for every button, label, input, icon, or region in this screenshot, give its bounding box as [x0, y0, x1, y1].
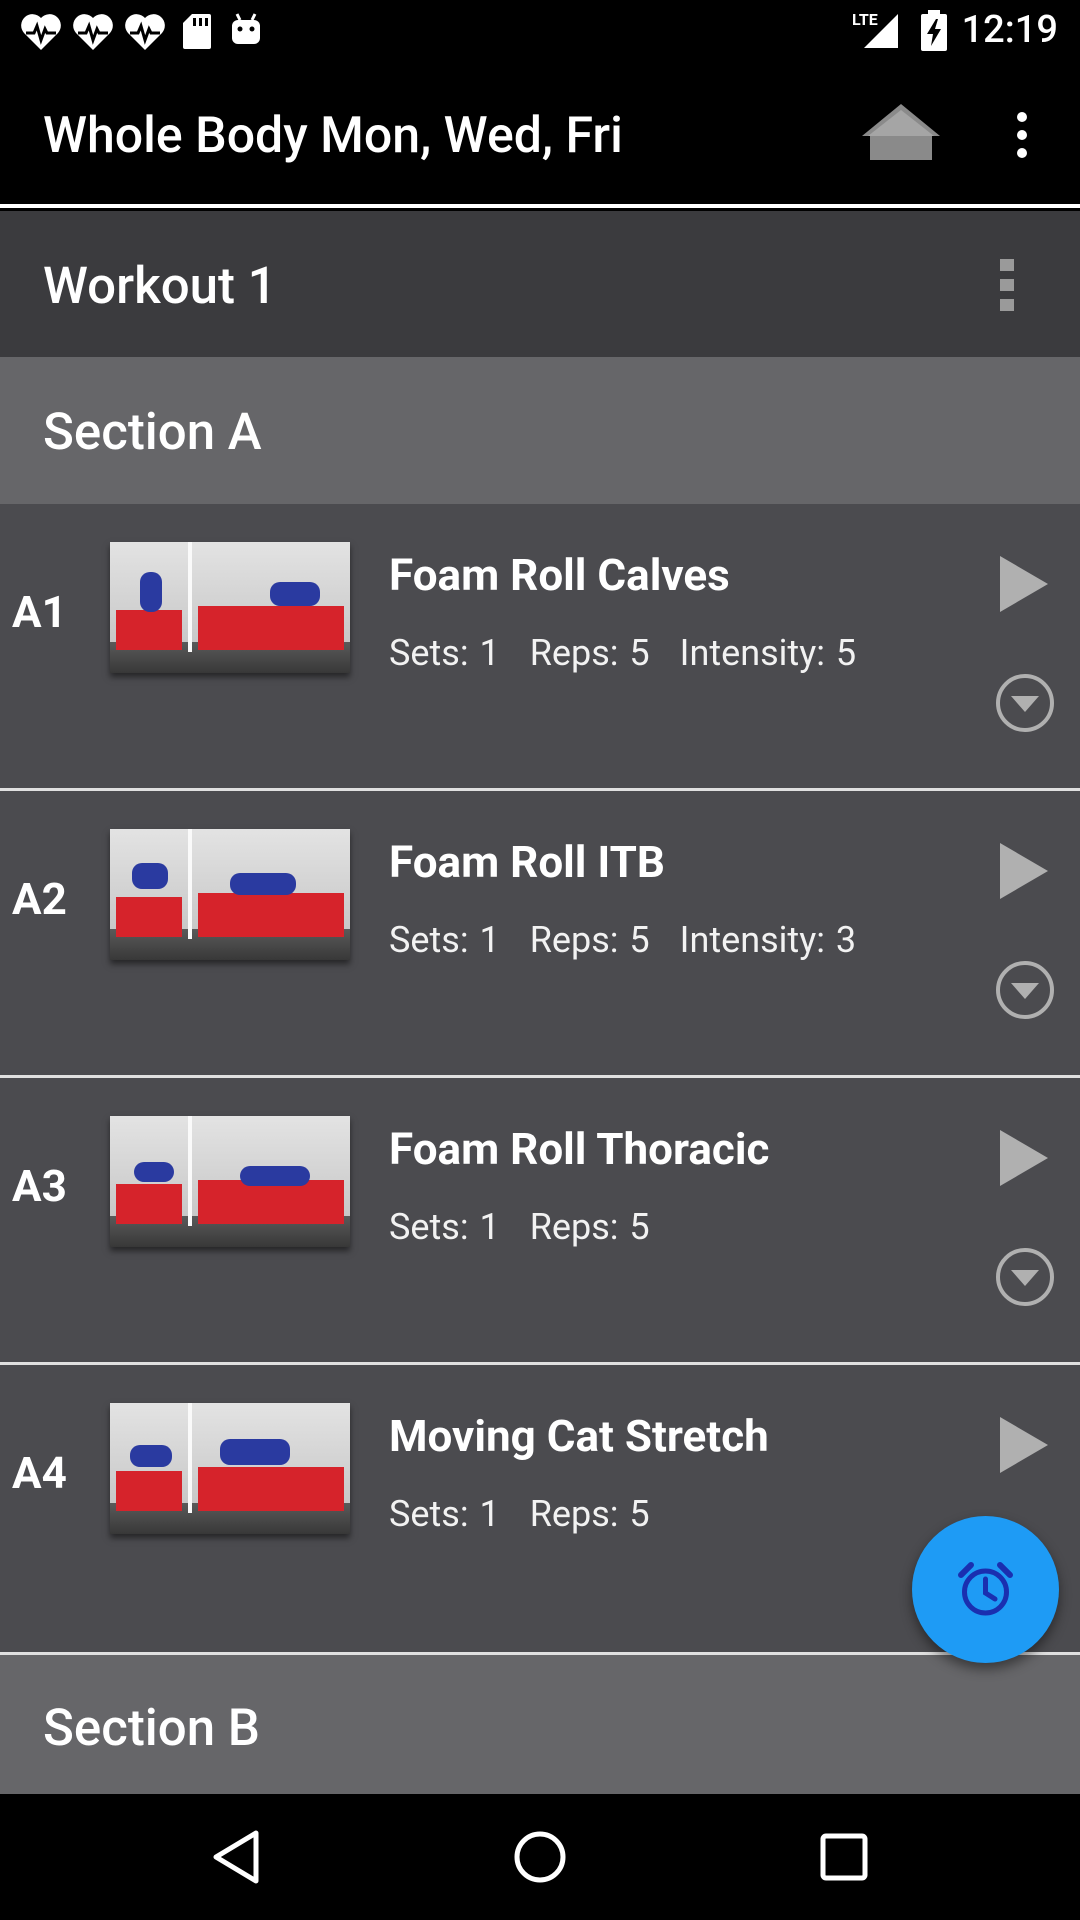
- exercise-name: Foam Roll Thoracic: [389, 1123, 770, 1175]
- exercise-name: Foam Roll Calves: [389, 549, 730, 601]
- exercise-stats: Sets: 1 Reps: 5: [389, 1206, 680, 1248]
- exercise-reps: Reps: 5: [529, 632, 650, 674]
- home-icon[interactable]: [858, 100, 944, 164]
- recents-icon[interactable]: [814, 1827, 874, 1887]
- timer-fab[interactable]: [912, 1516, 1059, 1663]
- play-icon[interactable]: [996, 1413, 1052, 1477]
- app-bar-title: Whole Body Mon, Wed, Fri: [43, 107, 623, 165]
- expand-circle-icon[interactable]: [994, 959, 1056, 1021]
- battery-charging-icon: [921, 10, 947, 51]
- heart-pulse-icon: [125, 14, 165, 51]
- sd-card-icon: [183, 14, 211, 49]
- android-icon: [232, 13, 260, 44]
- section-title: Section B: [43, 1699, 260, 1758]
- exercise-intensity: Intensity: 3: [679, 919, 857, 961]
- section-header-a[interactable]: Section A: [0, 357, 1080, 504]
- exercise-reps: Reps: 5: [529, 1206, 650, 1248]
- exercise-row-a1[interactable]: A1 Foam Roll Calves Sets: 1 Reps: 5 Intens…: [0, 504, 1080, 788]
- play-icon[interactable]: [996, 839, 1052, 903]
- exercise-code: A4: [12, 1447, 67, 1499]
- exercise-reps: Reps: 5: [529, 1493, 650, 1535]
- exercise-thumbnail[interactable]: [110, 542, 350, 673]
- play-icon[interactable]: [996, 552, 1052, 616]
- exercise-code: A2: [12, 873, 67, 925]
- exercise-reps: Reps: 5: [529, 919, 650, 961]
- play-icon[interactable]: [996, 1126, 1052, 1190]
- expand-circle-icon[interactable]: [994, 672, 1056, 734]
- home-circle-icon[interactable]: [510, 1827, 570, 1887]
- exercise-row-a3[interactable]: A3 Foam Roll Thoracic Sets: 1 Reps: 5: [0, 1078, 1080, 1362]
- exercise-thumbnail[interactable]: [110, 829, 350, 960]
- exercise-sets: Sets: 1: [389, 919, 500, 961]
- exercise-stats: Sets: 1 Reps: 5 Intensity: 5: [389, 632, 886, 674]
- navigation-bar: [0, 1794, 1080, 1920]
- exercise-code: A3: [12, 1160, 67, 1212]
- exercise-code: A1: [12, 586, 67, 638]
- workout-header[interactable]: Workout 1: [0, 211, 1080, 357]
- clock: 12:19: [961, 8, 1058, 52]
- heart-pulse-icon: [73, 14, 113, 51]
- expand-circle-icon[interactable]: [994, 1246, 1056, 1308]
- exercise-name: Foam Roll ITB: [389, 836, 665, 888]
- exercise-sets: Sets: 1: [389, 632, 500, 674]
- exercise-row-a2[interactable]: A2 Foam Roll ITB Sets: 1 Reps: 5 Intensity…: [0, 791, 1080, 1075]
- exercise-sets: Sets: 1: [389, 1493, 500, 1535]
- workout-title: Workout 1: [43, 257, 277, 316]
- exercise-thumbnail[interactable]: [110, 1116, 350, 1247]
- status-bar: LTE 12:19: [0, 0, 1080, 63]
- exercise-sets: Sets: 1: [389, 1206, 500, 1248]
- exercise-stats: Sets: 1 Reps: 5: [389, 1493, 680, 1535]
- workout-menu-icon[interactable]: [996, 257, 1018, 313]
- heart-pulse-icon: [21, 14, 61, 51]
- exercise-name: Moving Cat Stretch: [389, 1410, 769, 1462]
- exercise-thumbnail[interactable]: [110, 1403, 350, 1534]
- section-header-b[interactable]: Section B: [0, 1655, 1080, 1794]
- exercise-intensity: Intensity: 5: [679, 632, 857, 674]
- signal-icon: [864, 14, 898, 48]
- section-title: Section A: [43, 403, 262, 462]
- back-icon[interactable]: [206, 1827, 266, 1887]
- more-vert-icon[interactable]: [1000, 110, 1044, 160]
- exercise-stats: Sets: 1 Reps: 5 Intensity: 3: [389, 919, 886, 961]
- alarm-clock-icon: [958, 1562, 1013, 1616]
